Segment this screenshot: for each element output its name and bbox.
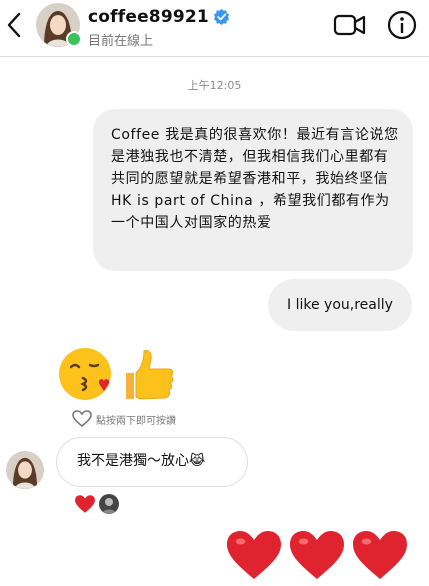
message-reactions[interactable] (74, 494, 119, 514)
red-heart-icon (227, 531, 281, 579)
chat-header: coffee89921 目前在線上 (0, 0, 429, 57)
red-heart-icon (290, 531, 344, 579)
reactor-avatar (99, 494, 119, 514)
message-bubble-outgoing-short[interactable]: I like you,really (268, 279, 412, 331)
sticker-message[interactable] (56, 345, 180, 403)
like-hint-text: 點按兩下即可按讚 (96, 415, 176, 427)
heart-outline-icon (72, 410, 92, 428)
thumbs-up-emoji-icon (126, 350, 174, 400)
message-bubble-incoming[interactable]: 我不是港獨～放心😹 (56, 437, 248, 487)
info-button[interactable] (386, 9, 418, 41)
online-status-dot (66, 31, 82, 47)
video-call-icon (333, 14, 366, 36)
heart-reaction-icon (75, 495, 95, 513)
sender-avatar[interactable] (6, 451, 44, 489)
heart-sticker-message[interactable] (224, 527, 410, 583)
double-tap-like-hint[interactable]: 點按兩下即可按讚 (72, 410, 176, 428)
chat-username[interactable]: coffee89921 (88, 7, 230, 27)
kiss-emoji-icon (59, 348, 111, 400)
verified-badge-icon (213, 8, 230, 25)
username-text: coffee89921 (88, 7, 209, 27)
video-call-button[interactable] (332, 10, 368, 40)
message-bubble-outgoing[interactable]: Coffee 我是真的很喜欢你！最近有言论说您是港独我也不清楚，但我相信我们心里… (93, 109, 413, 271)
info-icon (387, 10, 417, 40)
message-timestamp: 上午12:05 (187, 79, 242, 92)
back-chevron-icon (7, 12, 21, 38)
red-heart-icon (353, 531, 407, 579)
presence-status: 目前在線上 (88, 34, 154, 49)
back-button[interactable] (4, 10, 24, 40)
